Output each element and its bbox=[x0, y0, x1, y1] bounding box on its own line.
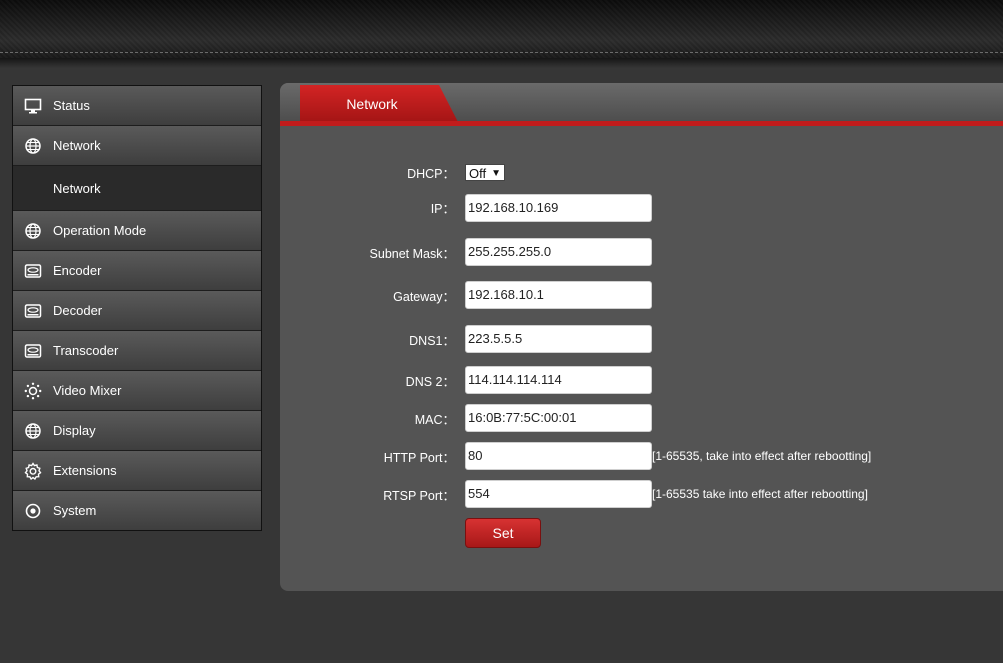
sidebar-item-label: Network bbox=[53, 138, 101, 153]
subnet-row: Subnet Mask： bbox=[280, 238, 455, 266]
drive-icon bbox=[13, 302, 53, 320]
sun-gear-icon bbox=[13, 382, 53, 400]
sidebar-item-label: Status bbox=[53, 98, 90, 113]
tab-network-label: Network bbox=[346, 95, 398, 112]
sidebar-subitem-label: Network bbox=[53, 180, 101, 196]
mac-label: MAC： bbox=[414, 412, 455, 427]
sidebar-item-decoder[interactable]: Decoder bbox=[13, 291, 261, 331]
sidebar-item-label: Video Mixer bbox=[53, 383, 122, 398]
sidebar-item-system[interactable]: System bbox=[13, 491, 261, 530]
top-banner bbox=[0, 0, 1003, 58]
tab-strip: Network bbox=[280, 83, 1003, 122]
monitor-icon bbox=[13, 97, 53, 115]
http-port-label: HTTP Port： bbox=[383, 450, 455, 465]
http-port-row: HTTP Port： bbox=[280, 442, 455, 470]
http-port-input[interactable]: 80 bbox=[465, 442, 652, 470]
globe-icon bbox=[13, 137, 53, 155]
ip-row: IP： bbox=[280, 193, 455, 221]
sidebar-item-label: Operation Mode bbox=[53, 223, 147, 238]
target-icon bbox=[13, 502, 53, 520]
dns1-row: DNS1： bbox=[280, 325, 455, 353]
subnet-mask-input[interactable]: 255.255.255.0 bbox=[465, 238, 652, 266]
subnet-mask-label: Subnet Mask： bbox=[369, 246, 455, 261]
ip-label: IP： bbox=[430, 201, 455, 216]
sidebar-item-label: System bbox=[53, 503, 97, 518]
rtsp-port-row: RTSP Port： bbox=[280, 480, 455, 508]
gateway-label: Gateway： bbox=[393, 289, 455, 304]
banner-stitch bbox=[0, 52, 1003, 53]
network-panel: Network DHCP： Off ▼ IP： 192.168.10.169 S… bbox=[280, 83, 1003, 591]
sidebar: Status Network Network Operation Mode En… bbox=[12, 85, 262, 531]
globe-icon bbox=[13, 422, 53, 440]
gateway-input[interactable]: 192.168.10.1 bbox=[465, 281, 652, 309]
dns1-input[interactable]: 223.5.5.5 bbox=[465, 325, 652, 353]
sidebar-item-video-mixer[interactable]: Video Mixer bbox=[13, 371, 261, 411]
ip-input[interactable]: 192.168.10.169 bbox=[465, 194, 652, 222]
drive-icon bbox=[13, 262, 53, 280]
dns2-input[interactable]: 114.114.114.114 bbox=[465, 366, 652, 394]
mac-row: MAC： bbox=[280, 404, 455, 432]
sidebar-item-label: Encoder bbox=[53, 263, 102, 278]
tab-underline bbox=[280, 121, 1003, 126]
drive-icon bbox=[13, 342, 53, 360]
sidebar-item-label: Display bbox=[53, 423, 96, 438]
set-button[interactable]: Set bbox=[465, 518, 541, 548]
dhcp-select[interactable]: Off ▼ bbox=[465, 164, 505, 181]
rtsp-port-hint: [1-65535 take into effect after rebootti… bbox=[652, 487, 868, 501]
sidebar-item-display[interactable]: Display bbox=[13, 411, 261, 451]
rtsp-port-label: RTSP Port： bbox=[383, 488, 455, 503]
sidebar-item-transcoder[interactable]: Transcoder bbox=[13, 331, 261, 371]
sidebar-item-status[interactable]: Status bbox=[13, 86, 261, 126]
banner-shadow bbox=[0, 58, 1003, 68]
tab-network[interactable]: Network bbox=[300, 85, 458, 122]
rtsp-port-input[interactable]: 554 bbox=[465, 480, 652, 508]
dhcp-label: DHCP： bbox=[407, 166, 455, 181]
sidebar-item-label: Transcoder bbox=[53, 343, 119, 358]
http-port-hint: [1-65535, take into effect after reboott… bbox=[652, 449, 872, 463]
mac-input[interactable]: 16:0B:77:5C:00:01 bbox=[465, 404, 652, 432]
sidebar-item-encoder[interactable]: Encoder bbox=[13, 251, 261, 291]
sidebar-item-network[interactable]: Network bbox=[13, 126, 261, 166]
dns2-row: DNS 2： bbox=[280, 366, 455, 394]
dns2-label: DNS 2： bbox=[405, 374, 455, 389]
gateway-row: Gateway： bbox=[280, 281, 455, 309]
sidebar-item-extensions[interactable]: Extensions bbox=[13, 451, 261, 491]
dhcp-row: DHCP： bbox=[280, 158, 455, 186]
gear-icon bbox=[13, 461, 53, 480]
dhcp-select-value: Off bbox=[469, 166, 487, 181]
globe-icon bbox=[13, 222, 53, 240]
sidebar-subitem-network[interactable]: Network bbox=[13, 166, 261, 211]
sidebar-item-operation-mode[interactable]: Operation Mode bbox=[13, 211, 261, 251]
dns1-label: DNS1： bbox=[409, 333, 455, 348]
sidebar-item-label: Decoder bbox=[53, 303, 103, 318]
sidebar-item-label: Extensions bbox=[53, 463, 117, 478]
caret-down-icon: ▼ bbox=[491, 168, 501, 179]
